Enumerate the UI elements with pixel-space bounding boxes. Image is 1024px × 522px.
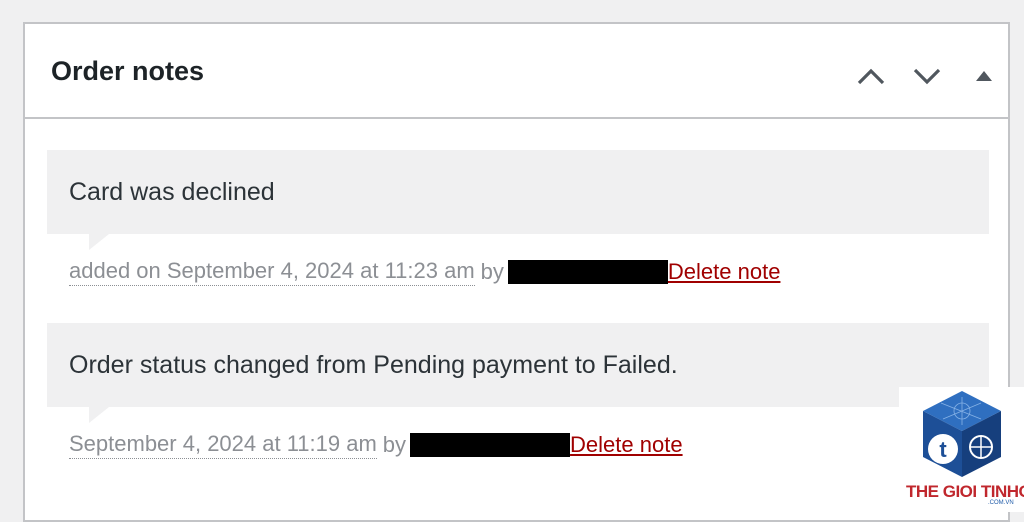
redacted-author: [507, 260, 668, 284]
delete-note-link[interactable]: Delete note: [570, 432, 683, 458]
triangle-up-icon: [976, 71, 992, 81]
note-text: Order status changed from Pending paymen…: [69, 350, 678, 379]
note-date: added on September 4, 2024 at 11:23 am: [69, 258, 475, 286]
watermark-brand: THE GIOI TINHOC: [906, 482, 1024, 501]
note-meta: September 4, 2024 at 11:19 am by Delete …: [47, 431, 989, 459]
note-text: Card was declined: [69, 177, 275, 206]
toggle-panel-button[interactable]: [967, 62, 1001, 90]
note-date: September 4, 2024 at 11:19 am: [69, 431, 377, 459]
order-note: Order status changed from Pending paymen…: [47, 323, 989, 459]
move-down-button[interactable]: [910, 62, 944, 90]
move-up-button[interactable]: [854, 62, 888, 90]
delete-note-link[interactable]: Delete note: [668, 259, 781, 285]
watermark-domain: .COM.VN: [988, 500, 1014, 506]
order-notes-panel: Order notes Card was declined added on S…: [23, 22, 1010, 522]
svg-text:t: t: [939, 437, 947, 462]
order-note: Card was declined added on September 4, …: [47, 150, 989, 286]
panel-title: Order notes: [51, 56, 205, 86]
cube-logo-icon: t: [923, 391, 1001, 477]
chevron-down-icon: [913, 68, 941, 85]
note-by-label: by: [480, 259, 504, 284]
watermark: t THE GIOI TINHOC .COM.VN: [899, 387, 1024, 512]
note-by-label: by: [382, 432, 407, 457]
panel-header: Order notes: [25, 24, 1008, 119]
note-content: Card was declined: [47, 150, 989, 250]
chevron-up-icon: [857, 68, 885, 85]
note-meta: added on September 4, 2024 at 11:23 am b…: [47, 258, 989, 286]
redacted-author: [410, 433, 571, 457]
note-content: Order status changed from Pending paymen…: [47, 323, 989, 423]
